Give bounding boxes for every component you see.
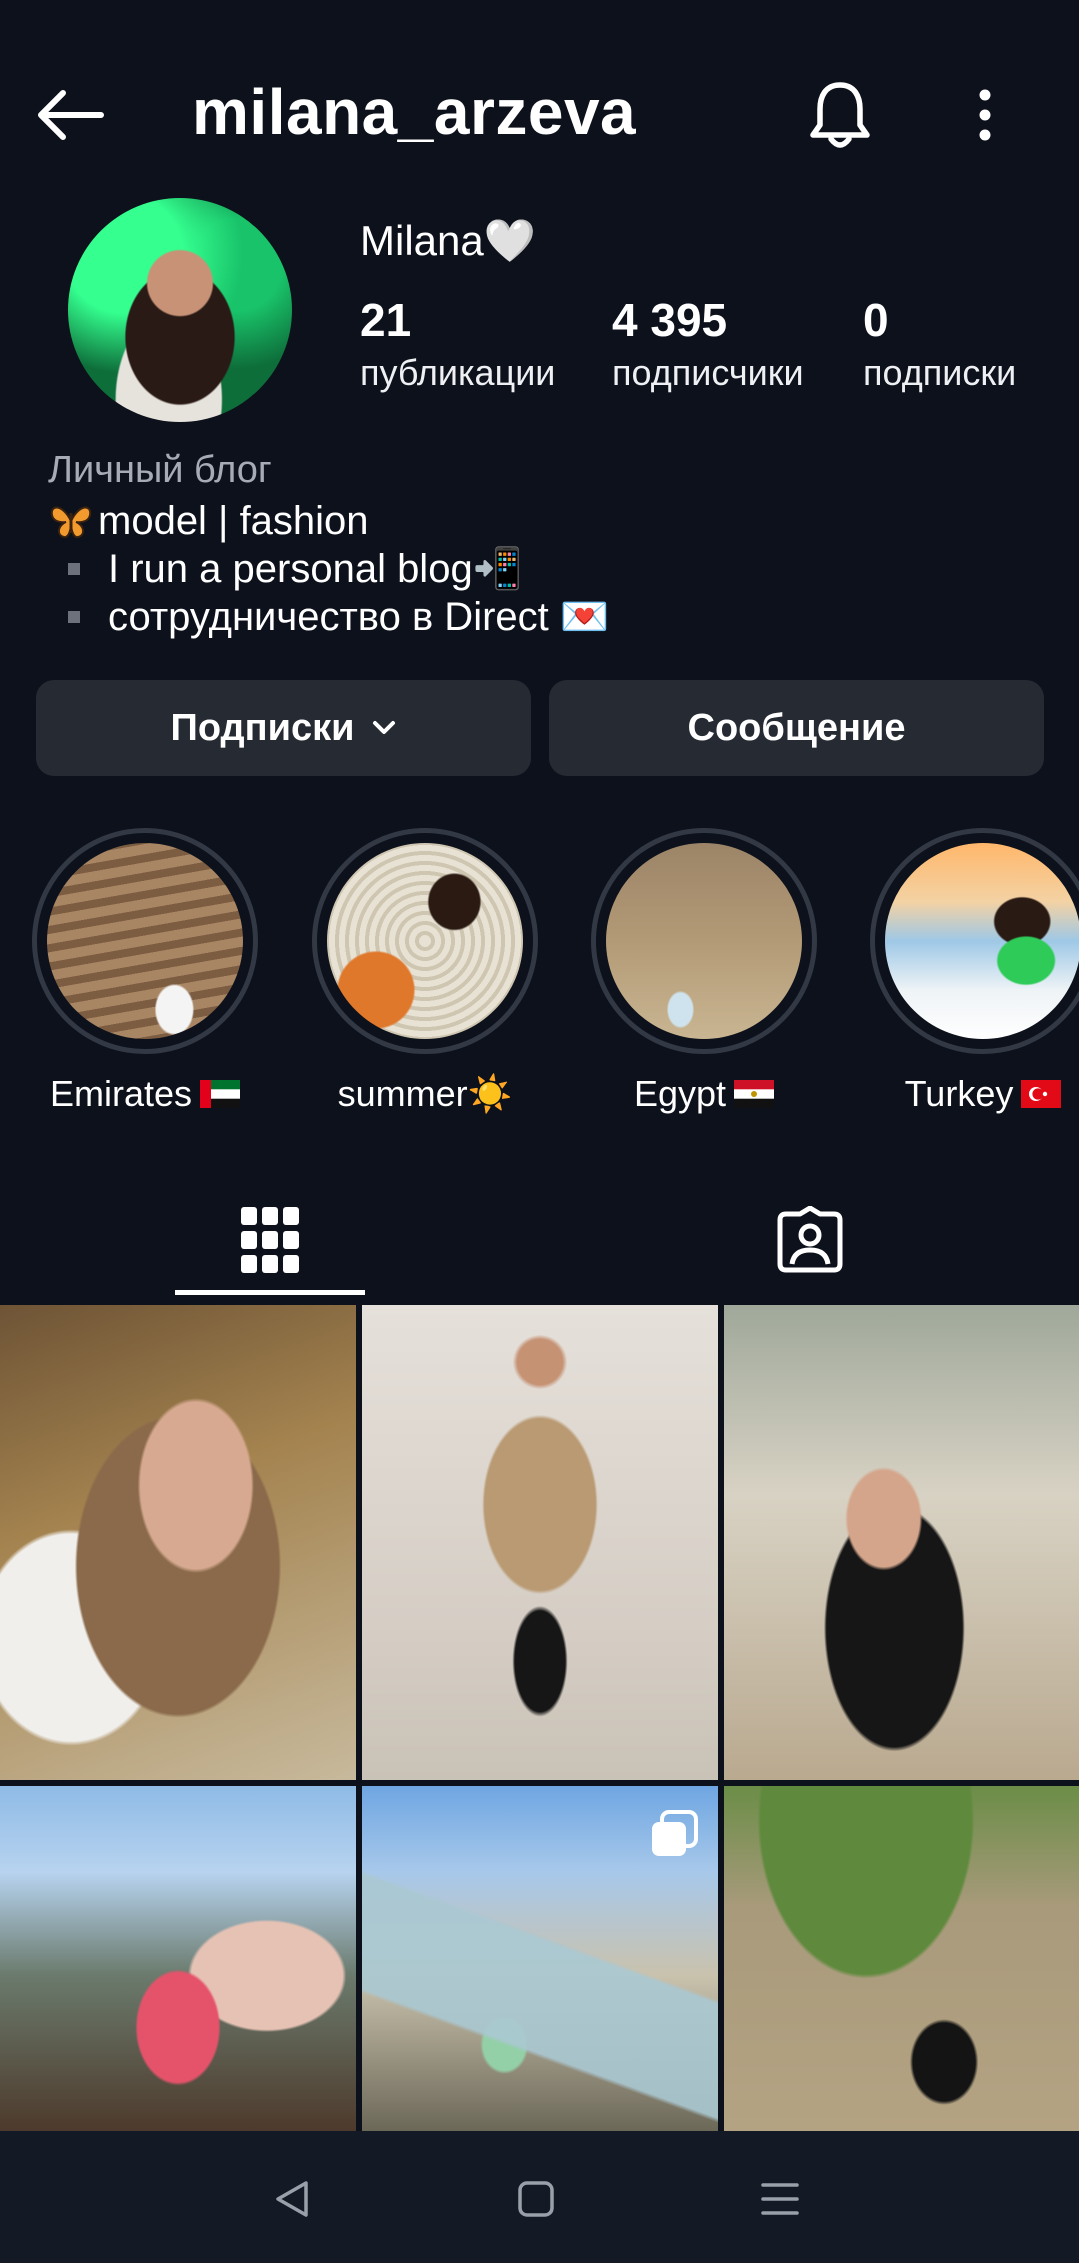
following-count: 0 xyxy=(863,294,889,346)
post-thumbnail[interactable] xyxy=(724,1305,1079,1780)
following-stat[interactable]: 0 подписки xyxy=(863,292,1016,398)
system-back-button[interactable] xyxy=(262,2169,322,2229)
highlight-cover xyxy=(47,843,243,1039)
bio-text-2: I run a personal blog📲 xyxy=(108,547,523,591)
bullet-icon xyxy=(68,563,80,575)
profile-bio: model | fashion I run a personal blog📲 с… xyxy=(48,497,610,641)
back-button[interactable] xyxy=(30,75,110,155)
highlight-ring xyxy=(591,828,817,1054)
posts-label: публикации xyxy=(360,352,556,393)
highlight-egypt[interactable]: Egypt xyxy=(589,828,819,1116)
triangle-back-icon xyxy=(276,2181,308,2217)
highlight-turkey[interactable]: Turkey xyxy=(868,828,1079,1116)
post-thumbnail[interactable] xyxy=(724,1786,1079,2131)
highlight-cover xyxy=(606,843,802,1039)
bullet-icon xyxy=(68,611,80,623)
followers-label: подписчики xyxy=(612,352,804,393)
bell-icon xyxy=(810,82,870,148)
posts-stat[interactable]: 21 публикации xyxy=(360,292,555,398)
tagged-person-icon xyxy=(777,1206,843,1273)
carousel-multiple-icon xyxy=(652,1810,698,1856)
arrow-left-icon xyxy=(38,90,104,140)
egypt-flag-icon xyxy=(734,1080,775,1108)
more-vertical-icon xyxy=(979,89,991,141)
chevron-down-icon xyxy=(373,721,396,734)
square-home-icon xyxy=(518,2181,554,2217)
uae-flag-icon xyxy=(200,1080,241,1108)
post-thumbnail[interactable] xyxy=(0,1786,356,2131)
highlight-ring xyxy=(870,828,1079,1054)
highlight-cover xyxy=(885,843,1079,1039)
bio-text-3: сотрудничество в Direct 💌 xyxy=(108,595,610,639)
butterfly-icon xyxy=(48,501,94,541)
bio-text-1: model | fashion xyxy=(98,499,369,543)
turkey-flag-icon xyxy=(1021,1080,1062,1108)
profile-category: Личный блог xyxy=(48,449,272,491)
profile-avatar[interactable] xyxy=(68,198,292,422)
highlight-label: Turkey xyxy=(868,1072,1079,1116)
following-label: подписки xyxy=(863,352,1017,393)
highlight-label: Emirates xyxy=(30,1072,260,1116)
active-tab-indicator xyxy=(175,1290,365,1295)
highlight-ring xyxy=(32,828,258,1054)
highlight-cover xyxy=(327,843,523,1039)
highlight-label: summer☀️ xyxy=(337,1073,513,1114)
notifications-button[interactable] xyxy=(800,70,880,160)
display-name: Milana🤍 xyxy=(360,217,537,264)
followers-count: 4 395 xyxy=(612,294,728,346)
highlight-ring xyxy=(312,828,538,1054)
highlight-label: Egypt xyxy=(589,1072,819,1116)
tab-tagged[interactable] xyxy=(720,1180,900,1300)
tab-posts-grid[interactable] xyxy=(175,1180,365,1300)
highlight-summer[interactable]: summer☀️ xyxy=(310,828,540,1116)
bio-line: I run a personal blog📲 xyxy=(48,545,610,593)
post-thumbnail[interactable] xyxy=(0,1305,356,1780)
following-dropdown-button[interactable]: Подписки xyxy=(36,680,531,776)
posts-count: 21 xyxy=(360,294,412,346)
system-recents-button[interactable] xyxy=(750,2169,810,2229)
bio-line: model | fashion xyxy=(48,497,610,545)
system-home-button[interactable] xyxy=(506,2169,566,2229)
more-options-button[interactable] xyxy=(950,70,1020,160)
system-navigation-bar xyxy=(0,2131,1079,2263)
post-thumbnail[interactable] xyxy=(362,1786,718,2131)
post-thumbnail[interactable] xyxy=(362,1305,718,1780)
grid-icon xyxy=(241,1207,299,1273)
highlight-emirates[interactable]: Emirates xyxy=(30,828,260,1116)
following-button-label: Подписки xyxy=(170,706,355,749)
menu-lines-icon xyxy=(761,2183,799,2215)
message-button-label: Сообщение xyxy=(687,706,906,749)
profile-username: milana_arzeva xyxy=(192,76,637,148)
bio-line: сотрудничество в Direct 💌 xyxy=(48,593,610,641)
message-button[interactable]: Сообщение xyxy=(549,680,1044,776)
followers-stat[interactable]: 4 395 подписчики xyxy=(612,292,804,398)
